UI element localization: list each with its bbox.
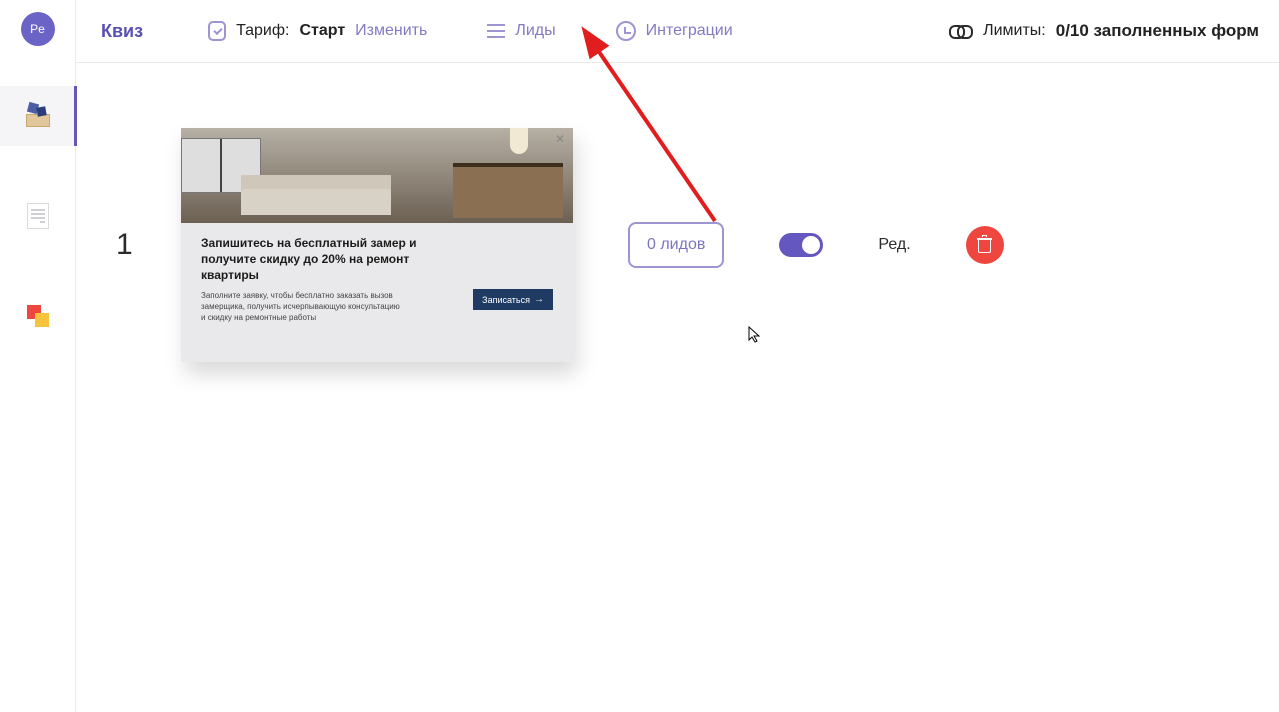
limits-group: Лимиты: 0/10 заполненных форм: [949, 21, 1259, 41]
document-icon: [27, 203, 49, 229]
change-tariff-link[interactable]: Изменить: [355, 22, 427, 40]
brand[interactable]: Квиз: [96, 21, 148, 42]
logo-icon: [27, 305, 49, 327]
avatar-label: Pe: [30, 22, 45, 36]
active-toggle[interactable]: [779, 233, 823, 257]
integrations-link-label: Интеграции: [646, 22, 733, 40]
clock-icon: [616, 21, 636, 41]
link-icon: [949, 25, 973, 37]
leads-count-button[interactable]: 0 лидов: [628, 222, 724, 268]
close-icon[interactable]: ✕: [555, 132, 565, 146]
quiz-card-cta[interactable]: Записаться →: [473, 289, 553, 310]
cta-label: Записаться: [482, 295, 530, 305]
trash-icon: [978, 238, 991, 253]
tariff-name: Старт: [299, 22, 345, 40]
quiz-card-title: Запишитесь на бесплатный замер и получит…: [201, 235, 431, 284]
quiz-card-image: [181, 128, 573, 223]
edit-link[interactable]: Ред.: [878, 236, 910, 254]
sidebar-item-logo[interactable]: [0, 286, 76, 346]
quiz-card[interactable]: ✕ Запишитесь на бесплатный замер и получ…: [181, 128, 573, 362]
quiz-row: 1 ✕ Запишитесь на бесплатный замер и пол…: [106, 128, 1249, 362]
sidebar-item-quizzes[interactable]: [0, 86, 76, 146]
check-icon: [208, 21, 226, 41]
leads-link-label: Лиды: [515, 22, 555, 40]
cursor-icon: [748, 326, 762, 344]
topbar: Квиз Тариф: Старт Изменить Лиды Интеграц…: [76, 0, 1279, 63]
quiz-index: 1: [106, 228, 126, 262]
quiz-card-body: Запишитесь на бесплатный замер и получит…: [181, 223, 573, 339]
tariff-label: Тариф:: [236, 22, 289, 40]
integrations-nav[interactable]: Интеграции: [616, 21, 733, 41]
delete-button[interactable]: [966, 226, 1004, 264]
sidebar: Pe: [0, 0, 76, 712]
hamburger-icon: [487, 21, 505, 41]
tariff-group: Тариф: Старт Изменить: [208, 21, 427, 41]
leads-nav[interactable]: Лиды: [487, 21, 555, 41]
content: 1 ✕ Запишитесь на бесплатный замер и пол…: [76, 63, 1279, 712]
arrow-right-icon: →: [534, 294, 544, 305]
avatar[interactable]: Pe: [21, 12, 55, 46]
box-icon: [23, 105, 53, 127]
limits-value: 0/10 заполненных форм: [1056, 21, 1259, 41]
quiz-card-desc: Заполните заявку, чтобы бесплатно заказа…: [201, 290, 401, 324]
limits-label: Лимиты:: [983, 22, 1046, 40]
sidebar-item-documents[interactable]: [0, 186, 76, 246]
